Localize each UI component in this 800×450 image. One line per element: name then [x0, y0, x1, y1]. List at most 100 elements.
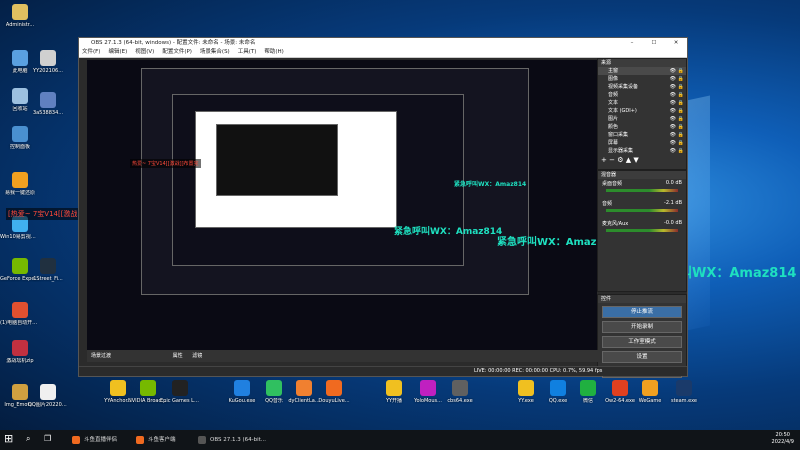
menu-item[interactable]: 工具(T)	[238, 49, 257, 55]
windows-start-icon[interactable]: ⊞	[4, 432, 13, 445]
desktop-icon[interactable]: 易我一键还原	[0, 172, 40, 196]
lock-icon[interactable]: 🔒	[678, 131, 684, 139]
eye-icon[interactable]: 👁	[670, 99, 676, 107]
clock[interactable]: 20:50 2022/4/9	[772, 432, 794, 446]
maximize-icon[interactable]: ☐	[643, 38, 665, 48]
desktop-icon[interactable]: 3a538834...	[28, 92, 68, 116]
source-item[interactable]: 文本 (GDI+) 👁 🔒	[598, 107, 686, 115]
eye-icon[interactable]: 👁	[670, 107, 676, 115]
app-icon	[612, 380, 628, 396]
desktop-icon[interactable]: 激战坛机zip	[0, 340, 40, 364]
lock-icon[interactable]: 🔒	[678, 115, 684, 123]
app-icon	[40, 258, 56, 274]
taskbar-item[interactable]: OBS 27.1.3 (64-bit...	[196, 434, 266, 446]
source-label: 图像	[608, 76, 619, 82]
menu-item[interactable]: 配置文件(P)	[162, 49, 192, 55]
source-label: 图片	[608, 116, 619, 122]
eye-icon[interactable]: 👁	[670, 67, 676, 75]
desktop-icon[interactable]: YY202106...	[28, 50, 68, 74]
close-icon[interactable]: ✕	[665, 38, 687, 48]
nested-obs-1: 热爱~ 7宝V14[[激战]]布置完 紧急呼叫WX：Amaz814 紧急呼叫WX…	[130, 68, 529, 295]
control-button[interactable]: 停止推流	[602, 306, 682, 318]
add-icon[interactable]: +	[601, 156, 607, 164]
source-item[interactable]: 窗口采集 👁 🔒	[598, 131, 686, 139]
down-icon[interactable]: ▼	[633, 156, 638, 164]
app-label: Administr...	[5, 22, 35, 28]
desktop-icon[interactable]: DouyuLive...	[314, 380, 354, 404]
eye-icon[interactable]: 👁	[670, 91, 676, 99]
up-icon[interactable]: ▲	[626, 156, 631, 164]
mixer-header: 混音器	[598, 171, 686, 179]
source-item[interactable]: 显示器采集 👁 🔒	[598, 147, 686, 155]
menu-item[interactable]: 帮助(H)	[264, 49, 283, 55]
filters-button[interactable]: 滤镜	[192, 353, 202, 359]
lock-icon[interactable]: 🔒	[678, 91, 684, 99]
app-label: DouyuLive...	[318, 398, 350, 404]
source-item[interactable]: 视频采集设备 👁 🔒	[598, 83, 686, 91]
lock-icon[interactable]: 🔒	[678, 67, 684, 75]
app-icon	[172, 380, 188, 396]
taskbar-item[interactable]: 斗鱼直播伴侣	[70, 434, 117, 446]
source-item[interactable]: 主窗 👁 🔒	[598, 67, 686, 75]
obs-window: OBS 27.1.3 (64-bit, windows) - 配置文件: 未命名…	[78, 37, 688, 378]
control-button[interactable]: 开始录制	[602, 321, 682, 333]
lock-icon[interactable]: 🔒	[678, 123, 684, 131]
source-item[interactable]: 屏幕 👁 🔒	[598, 139, 686, 147]
lock-icon[interactable]: 🔒	[678, 147, 684, 155]
desktop-icon[interactable]: cbs64.exe	[440, 380, 480, 404]
remove-icon[interactable]: −	[609, 156, 615, 164]
source-label: 显示器采集	[608, 148, 634, 154]
nested-watermark-2: 紧急呼叫WX：Amaz814	[454, 181, 527, 188]
source-item[interactable]: 颜色 👁 🔒	[598, 123, 686, 131]
source-item[interactable]: 音频 👁 🔒	[598, 91, 686, 99]
scene-bar: 场景过渡 属性 滤镜	[87, 350, 599, 362]
eye-icon[interactable]: 👁	[670, 131, 676, 139]
task-view-icon[interactable]: ❐	[44, 434, 51, 443]
app-icon	[550, 380, 566, 396]
lock-icon[interactable]: 🔒	[678, 99, 684, 107]
menu-item[interactable]: 编辑(E)	[108, 49, 127, 55]
nested-watermark-1: 紧急呼叫WX：Amaz814	[394, 227, 503, 237]
lock-icon[interactable]: 🔒	[678, 83, 684, 91]
eye-icon[interactable]: 👁	[670, 139, 676, 147]
desktop-icon[interactable]: Epic Games Launcher	[160, 380, 200, 404]
source-item[interactable]: 文本 👁 🔒	[598, 99, 686, 107]
desktop-icon[interactable]: (1)电脑自动开机设置	[0, 302, 40, 326]
menu-item[interactable]: 文件(F)	[82, 49, 100, 55]
status-text: LIVE: 00:00:00 REC: 00:00:00 CPU: 0.7%, …	[474, 368, 603, 374]
lock-icon[interactable]: 🔒	[678, 139, 684, 147]
desktop-icon[interactable]: Administr...	[0, 4, 40, 28]
channel-name: 麦克风/Aux	[602, 221, 629, 227]
minimize-icon[interactable]: –	[621, 38, 643, 48]
search-icon[interactable]: ⌕	[26, 434, 30, 444]
desktop-icon[interactable]: steam.exe	[664, 380, 704, 404]
source-label: 窗口采集	[608, 132, 629, 138]
volume-meter[interactable]	[606, 209, 678, 212]
control-button[interactable]: 设置	[602, 351, 682, 363]
volume-meter[interactable]	[606, 189, 678, 192]
gear-icon[interactable]: ⚙	[617, 156, 623, 164]
eye-icon[interactable]: 👁	[670, 83, 676, 91]
menu-item[interactable]: 场景集合(S)	[200, 49, 230, 55]
eye-icon[interactable]: 👁	[670, 123, 676, 131]
eye-icon[interactable]: 👁	[670, 147, 676, 155]
nested-obs-4	[216, 124, 338, 196]
obs-preview[interactable]: 热爱~ 7宝V14[[激战]]布置完 紧急呼叫WX：Amaz814 紧急呼叫WX…	[87, 60, 617, 360]
volume-meter[interactable]	[606, 229, 678, 232]
desktop-icon[interactable]: QQ图片20220408...	[28, 384, 68, 408]
properties-button[interactable]: 属性	[173, 353, 183, 359]
source-item[interactable]: 图片 👁 🔒	[598, 115, 686, 123]
desktop-icon[interactable]: 1Street_Fi...	[28, 258, 68, 282]
lock-icon[interactable]: 🔒	[678, 75, 684, 83]
taskbar-item[interactable]: 斗鱼客户端	[134, 434, 176, 446]
control-button[interactable]: 工作室模式	[602, 336, 682, 348]
desktop-icon[interactable]: 控制面板	[0, 126, 40, 150]
source-item[interactable]: 图像 👁 🔒	[598, 75, 686, 83]
sources-toolbar: + − ⚙ ▲ ▼	[598, 155, 686, 165]
eye-icon[interactable]: 👁	[670, 115, 676, 123]
nested-obs-3	[195, 111, 397, 228]
lock-icon[interactable]: 🔒	[678, 107, 684, 115]
eye-icon[interactable]: 👁	[670, 75, 676, 83]
menu-item[interactable]: 视图(V)	[135, 49, 154, 55]
nested-obs-2	[172, 94, 464, 266]
